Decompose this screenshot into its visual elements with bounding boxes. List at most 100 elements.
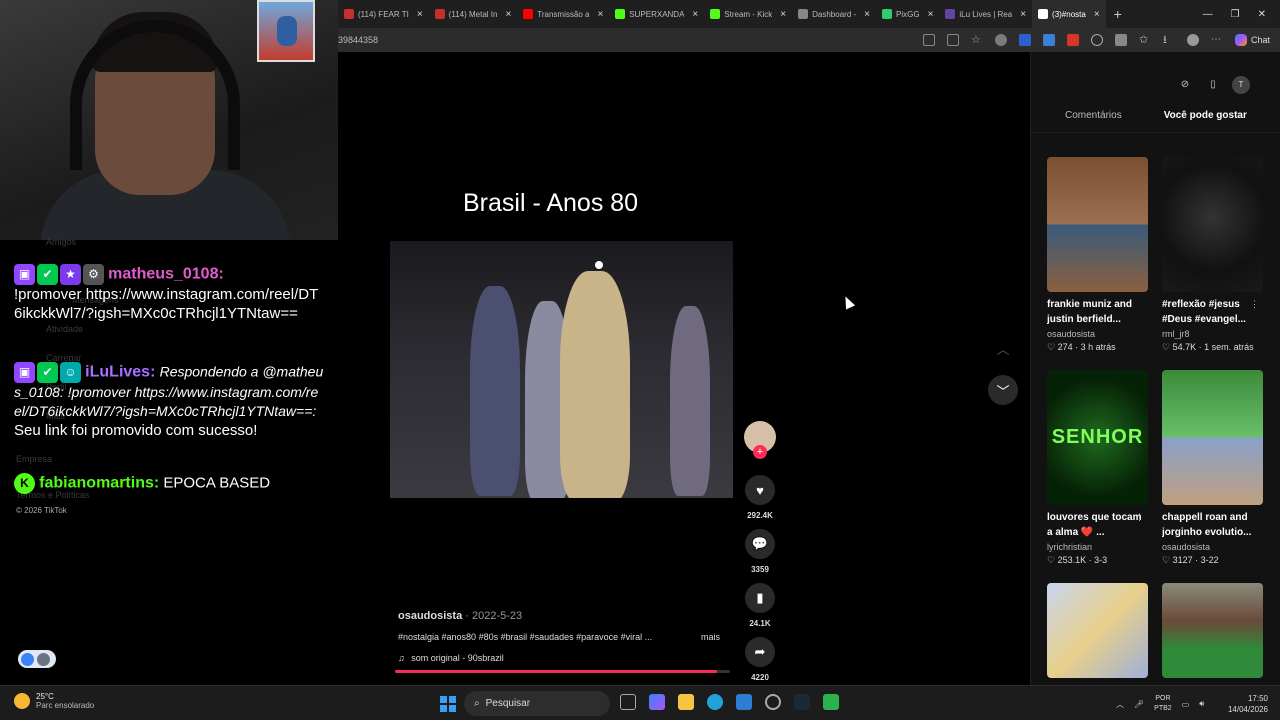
file-explorer-icon[interactable] bbox=[678, 694, 694, 710]
more-link[interactable]: mais bbox=[701, 632, 720, 642]
video-meta: osaudosista · 2022-5-23 bbox=[398, 610, 522, 622]
restore-icon[interactable]: ❐ bbox=[1231, 9, 1240, 20]
suggested-video-card[interactable]: frankie muniz and justin berfield... osa… bbox=[1047, 157, 1148, 353]
start-tile bbox=[440, 696, 447, 703]
network-icon[interactable]: ▭ bbox=[1182, 700, 1190, 709]
extension-icon[interactable] bbox=[1114, 34, 1127, 46]
profile-icon[interactable] bbox=[1186, 34, 1199, 46]
browser-tab[interactable]: Dashboard - × bbox=[792, 0, 876, 28]
microphone-icon[interactable]: 🎤︎ bbox=[1134, 700, 1144, 709]
windows-taskbar: 25°C Parc ensolarado ⌕ Pesquisar ︿ 🎤︎ PO… bbox=[0, 685, 1280, 720]
new-tab-button[interactable]: + bbox=[1106, 6, 1130, 22]
minimize-icon[interactable]: — bbox=[1203, 9, 1213, 20]
browser-tab[interactable]: Transmissão a × bbox=[517, 0, 609, 28]
browser-tab[interactable]: PixGG × bbox=[876, 0, 939, 28]
close-tab-icon[interactable]: × bbox=[1094, 9, 1100, 20]
description-text: #nostalgia #anos80 #80s #brasil #saudade… bbox=[398, 632, 653, 642]
video-music[interactable]: ♫ som original - 90sbrazil bbox=[398, 653, 504, 663]
more-icon[interactable]: ⋯ bbox=[1211, 34, 1223, 46]
browser-tab[interactable]: (3)#nosta × bbox=[1032, 0, 1106, 28]
share-button[interactable]: ➦ bbox=[745, 637, 775, 667]
weather-text: Parc ensolarado bbox=[36, 701, 95, 710]
close-tab-icon[interactable]: × bbox=[505, 9, 511, 20]
extension-icon[interactable] bbox=[994, 34, 1007, 46]
video-thumbnail bbox=[1047, 583, 1148, 678]
close-tab-icon[interactable]: × bbox=[864, 9, 870, 20]
tab-favicon-icon bbox=[710, 9, 721, 19]
favorite-star-icon[interactable]: ☆ bbox=[971, 34, 983, 46]
shield-extension-icon[interactable] bbox=[1018, 34, 1031, 46]
translate-icon[interactable] bbox=[946, 34, 959, 46]
browser-tab[interactable]: (114) Metal In × bbox=[429, 0, 518, 28]
previous-video-button[interactable]: ︿ bbox=[988, 333, 1018, 363]
language-indicator[interactable]: POR PTB2 bbox=[1154, 694, 1172, 714]
suggested-video-card[interactable] bbox=[1162, 583, 1263, 678]
extension-icon[interactable] bbox=[1066, 34, 1079, 46]
url-text[interactable]: 39844358 bbox=[338, 35, 378, 45]
bot-badge-icon: ☺ bbox=[60, 362, 81, 383]
copilot-icon[interactable] bbox=[649, 694, 665, 710]
task-view-icon[interactable] bbox=[620, 694, 636, 710]
suggested-video-card[interactable]: #reflexão #jesus #Deus #evangel... ⋮ rml… bbox=[1162, 157, 1263, 353]
browser-tab[interactable]: SUPERXANDA × bbox=[609, 0, 704, 28]
close-tab-icon[interactable]: × bbox=[597, 9, 603, 20]
close-tab-icon[interactable]: × bbox=[928, 9, 934, 20]
browser-tab[interactable]: Stream - Kick × bbox=[704, 0, 792, 28]
more-options-icon[interactable]: ⋮ bbox=[1135, 512, 1144, 523]
video-player[interactable] bbox=[390, 241, 733, 498]
device-icon[interactable]: ▯ bbox=[1204, 76, 1222, 94]
tab-title: iLu Lives | Rea bbox=[959, 9, 1013, 19]
tab-title: Transmissão a bbox=[537, 9, 590, 19]
volume-icon[interactable]: 🔊︎ bbox=[1199, 699, 1204, 709]
user-avatar[interactable]: T bbox=[1232, 76, 1250, 94]
video-author[interactable]: osaudosista bbox=[398, 610, 462, 622]
more-options-icon[interactable]: ⋮ bbox=[1250, 299, 1259, 310]
app-icon[interactable] bbox=[823, 694, 839, 710]
suggested-video-card[interactable]: SENHOR louvores que tocam a alma ❤️ ... … bbox=[1047, 370, 1148, 566]
settings-icon[interactable]: ⊘ bbox=[1176, 76, 1194, 94]
favorites-icon[interactable]: ✩ bbox=[1139, 34, 1151, 46]
app-icon[interactable] bbox=[765, 694, 781, 710]
tab-suggested[interactable]: Você pode gostar bbox=[1164, 110, 1247, 121]
floating-toggle[interactable] bbox=[18, 650, 56, 668]
author-avatar[interactable]: + bbox=[744, 421, 776, 459]
download-icon[interactable]: ⭳ bbox=[1163, 34, 1175, 46]
taskbar-search[interactable]: ⌕ Pesquisar bbox=[464, 691, 610, 716]
close-tab-icon[interactable]: × bbox=[780, 9, 786, 20]
close-tab-icon[interactable]: × bbox=[692, 9, 698, 20]
save-button[interactable]: ▮ bbox=[745, 583, 775, 613]
tab-comments[interactable]: Comentários bbox=[1065, 110, 1122, 121]
gear-badge-icon: ⚙ bbox=[83, 264, 104, 285]
app-icon[interactable] bbox=[922, 34, 935, 46]
chat-message: K fabianomartins: EPOCA BASED bbox=[14, 473, 324, 494]
chevron-down-icon: ﹀ bbox=[996, 383, 1010, 399]
edge-icon[interactable] bbox=[707, 694, 723, 710]
close-icon[interactable]: ✕ bbox=[1258, 9, 1266, 20]
keyboard-layout: PTB2 bbox=[1154, 705, 1172, 712]
video-progress-bar[interactable] bbox=[395, 670, 730, 673]
extension-icon[interactable] bbox=[1042, 34, 1055, 46]
suggested-video-card[interactable] bbox=[1047, 583, 1148, 678]
close-tab-icon[interactable]: × bbox=[1020, 9, 1026, 20]
weather-widget[interactable]: 25°C Parc ensolarado bbox=[14, 692, 94, 710]
sidebar-tabs: Comentários Você pode gostar bbox=[1065, 110, 1247, 121]
clock[interactable]: 17:50 14/04/2026 bbox=[1228, 693, 1268, 715]
start-button[interactable] bbox=[440, 696, 456, 712]
like-button[interactable]: ♥ bbox=[745, 475, 775, 505]
copilot-chat-button[interactable]: Chat bbox=[1234, 34, 1270, 46]
browser-tab[interactable]: (114) FEAR TI × bbox=[338, 0, 429, 28]
follow-plus-icon[interactable]: + bbox=[753, 445, 767, 459]
store-icon[interactable] bbox=[736, 694, 752, 710]
steam-icon[interactable] bbox=[794, 694, 810, 710]
progress-fill bbox=[395, 670, 717, 673]
browser-tab[interactable]: iLu Lives | Rea × bbox=[939, 0, 1032, 28]
address-bar[interactable]: 39844358 ☆ ✩ ⭳ ⋯ Chat bbox=[338, 28, 1280, 52]
toggle-icon bbox=[21, 652, 34, 666]
suggested-video-card[interactable]: chappell roan and jorginho evolutio... o… bbox=[1162, 370, 1263, 566]
close-tab-icon[interactable]: × bbox=[417, 9, 423, 20]
chevron-up-icon[interactable]: ︿ bbox=[1116, 699, 1124, 710]
chat-text: Seu link foi promovido com sucesso! bbox=[14, 422, 258, 439]
comment-button[interactable]: 💬 bbox=[745, 529, 775, 559]
refresh-extension-icon[interactable] bbox=[1090, 34, 1103, 46]
next-video-button[interactable]: ﹀ bbox=[988, 375, 1018, 405]
